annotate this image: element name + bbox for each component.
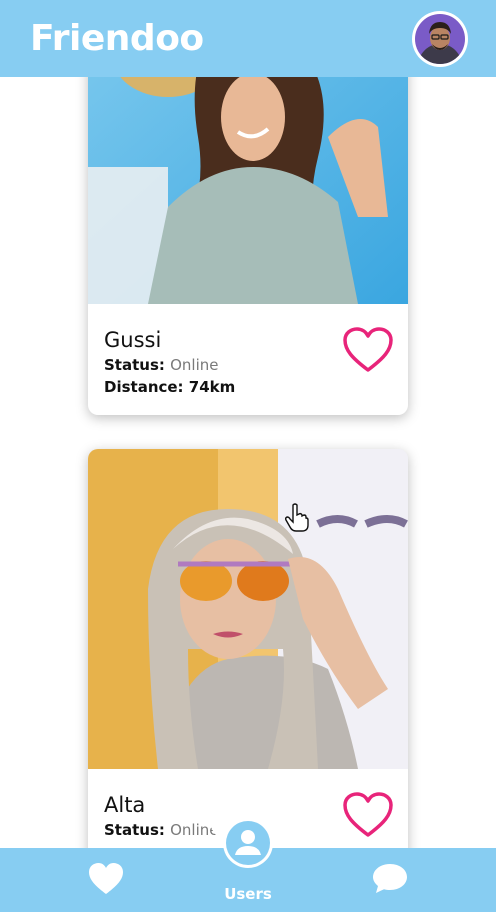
user-feed[interactable]: Gussi Status: Online Distance: 74km Alta…: [0, 77, 496, 848]
status-value: Online: [170, 356, 219, 374]
user-card[interactable]: Gussi Status: Online Distance: 74km: [88, 77, 408, 415]
user-photo[interactable]: [88, 449, 408, 769]
like-heart-icon[interactable]: [342, 326, 394, 374]
distance-line: Distance: 74km: [104, 378, 392, 396]
user-card[interactable]: Alta Status: Online: [88, 449, 408, 848]
app-header: Friendoo: [0, 0, 496, 77]
profile-avatar[interactable]: [412, 10, 468, 67]
heart-icon[interactable]: [88, 862, 124, 896]
status-label: Status:: [104, 356, 165, 374]
distance-value: 74km: [188, 378, 236, 396]
user-photo[interactable]: [88, 77, 408, 304]
chat-icon[interactable]: [372, 862, 408, 896]
app-title: Friendoo: [30, 18, 204, 59]
hand-cursor-icon: [285, 503, 309, 532]
distance-label: Distance:: [104, 378, 184, 396]
card-info: Gussi Status: Online Distance: 74km: [88, 304, 408, 396]
bottom-nav: Users: [0, 808, 496, 912]
status-label: Status:: [104, 821, 165, 839]
like-heart-icon[interactable]: [342, 791, 394, 839]
users-tab-label[interactable]: Users: [0, 885, 496, 903]
user-icon: [226, 821, 270, 865]
users-tab-button[interactable]: [223, 818, 273, 868]
user-avatar-icon: [415, 13, 465, 64]
